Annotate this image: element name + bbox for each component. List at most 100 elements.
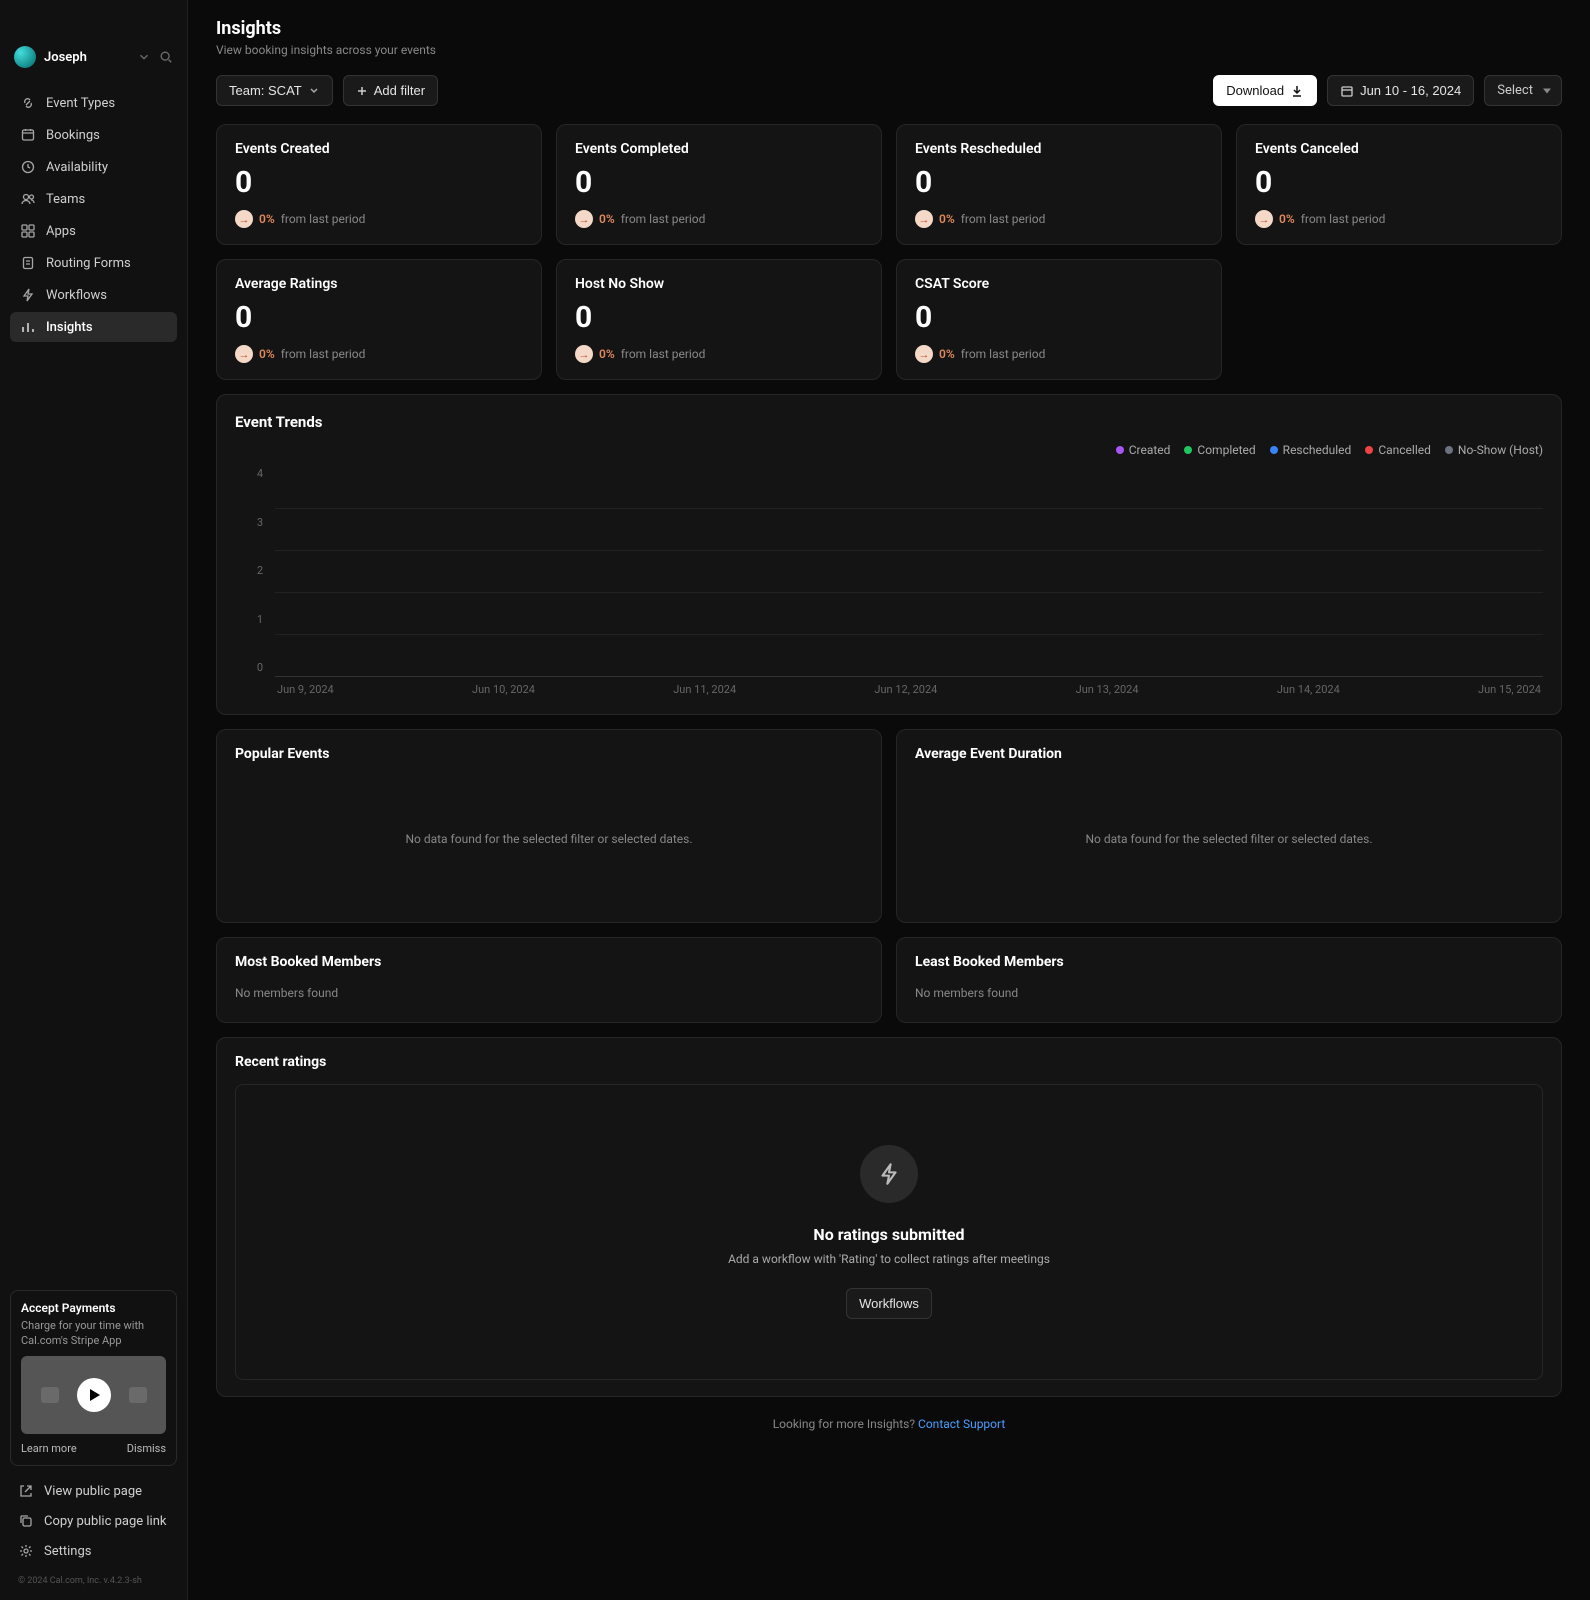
kpi-period: from last period (621, 212, 706, 226)
period-select-label: Select (1497, 83, 1533, 98)
link-icon (20, 95, 36, 111)
panel-title: Least Booked Members (915, 954, 1543, 970)
nav-view-public[interactable]: View public page (10, 1476, 177, 1506)
kpi-pct: 0% (599, 347, 615, 361)
promo-card: Accept Payments Charge for your time wit… (10, 1290, 177, 1466)
nav-label: Insights (46, 320, 93, 335)
nav-insights[interactable]: Insights (10, 312, 177, 342)
panel-title: Recent ratings (235, 1054, 1543, 1070)
copy-icon (18, 1513, 34, 1529)
download-icon (1290, 84, 1304, 98)
nav-label: Apps (46, 224, 76, 239)
kpi-pct: 0% (259, 212, 275, 226)
nav-label: Teams (46, 192, 85, 207)
least-booked-panel: Least Booked Members No members found (896, 937, 1562, 1023)
bar-chart-icon (20, 319, 36, 335)
kpi-period: from last period (961, 212, 1046, 226)
external-icon (18, 1483, 34, 1499)
period-select[interactable]: Select (1484, 75, 1562, 106)
search-icon[interactable] (159, 50, 173, 64)
nav-label: Routing Forms (46, 256, 131, 271)
nav-workflows[interactable]: Workflows (10, 280, 177, 310)
contact-support-link[interactable]: Contact Support (918, 1417, 1005, 1431)
average-duration-panel: Average Event Duration No data found for… (896, 729, 1562, 923)
kpi-label: Host No Show (575, 276, 863, 292)
promo-dismiss[interactable]: Dismiss (127, 1442, 166, 1455)
kpi-events-canceled: Events Canceled 0 →0%from last period (1236, 124, 1562, 245)
zap-icon (860, 1145, 918, 1203)
nav-label: Bookings (46, 128, 100, 143)
nav-copy-link[interactable]: Copy public page link (10, 1506, 177, 1536)
chart-title: Event Trends (235, 413, 1543, 431)
promo-decor-right (129, 1387, 147, 1403)
kpi-pct: 0% (939, 347, 955, 361)
page-title: Insights (216, 18, 1562, 39)
primary-nav: Event Types Bookings Availability Teams … (10, 86, 177, 344)
empty-message: No data found for the selected filter or… (235, 772, 863, 906)
zap-icon (20, 287, 36, 303)
chart-y-axis: 4 3 2 1 0 (235, 467, 269, 674)
arrow-right-icon: → (575, 210, 593, 228)
kpi-label: CSAT Score (915, 276, 1203, 292)
kpi-row-2: Average Ratings 0 →0%from last period Ho… (216, 259, 1562, 380)
kpi-value: 0 (235, 300, 523, 335)
kpi-pct: 0% (259, 347, 275, 361)
kpi-period: from last period (621, 347, 706, 361)
promo-thumbnail[interactable] (21, 1356, 166, 1434)
arrow-right-icon: → (235, 210, 253, 228)
nav-settings[interactable]: Settings (10, 1536, 177, 1566)
kpi-csat-score: CSAT Score 0 →0%from last period (896, 259, 1222, 380)
grid-icon (20, 223, 36, 239)
main-content: Insights View booking insights across yo… (188, 0, 1590, 1600)
arrow-right-icon: → (1255, 210, 1273, 228)
kpi-label: Events Canceled (1255, 141, 1543, 157)
download-label: Download (1226, 83, 1284, 98)
nav-teams[interactable]: Teams (10, 184, 177, 214)
panel-title: Popular Events (235, 746, 863, 762)
calendar-icon (20, 127, 36, 143)
event-trends-chart: Event Trends Created Completed Reschedul… (216, 394, 1562, 715)
gear-icon (18, 1543, 34, 1559)
download-button[interactable]: Download (1213, 75, 1317, 106)
nav-bookings[interactable]: Bookings (10, 120, 177, 150)
date-range-picker[interactable]: Jun 10 - 16, 2024 (1327, 75, 1474, 106)
kpi-events-rescheduled: Events Rescheduled 0 →0%from last period (896, 124, 1222, 245)
team-filter[interactable]: Team: SCAT (216, 75, 333, 106)
legend-dot (1116, 446, 1124, 454)
nav-event-types[interactable]: Event Types (10, 88, 177, 118)
promo-learn-more[interactable]: Learn more (21, 1442, 77, 1455)
empty-message: No members found (235, 980, 863, 1006)
empty-message: No data found for the selected filter or… (915, 772, 1543, 906)
legend-dot (1365, 446, 1373, 454)
nav-label: Workflows (46, 288, 107, 303)
nav-routing-forms[interactable]: Routing Forms (10, 248, 177, 278)
popular-events-panel: Popular Events No data found for the sel… (216, 729, 882, 923)
copyright: © 2024 Cal.com, Inc. v.4.2.3-sh (10, 1572, 177, 1590)
add-filter-button[interactable]: Add filter (343, 75, 438, 106)
promo-title: Accept Payments (21, 1301, 166, 1315)
nav-label: View public page (44, 1484, 142, 1499)
kpi-label: Events Completed (575, 141, 863, 157)
workflows-button[interactable]: Workflows (846, 1288, 932, 1319)
user-switcher[interactable]: Joseph (10, 40, 177, 74)
sidebar: Joseph Event Types Bookings Availability… (0, 0, 188, 1600)
kpi-value: 0 (575, 300, 863, 335)
nav-availability[interactable]: Availability (10, 152, 177, 182)
nav-apps[interactable]: Apps (10, 216, 177, 246)
clipboard-icon (20, 255, 36, 271)
panel-title: Average Event Duration (915, 746, 1543, 762)
legend-dot (1270, 446, 1278, 454)
kpi-period: from last period (1301, 212, 1386, 226)
team-filter-label: Team: SCAT (229, 83, 302, 98)
chart-plot-area (275, 467, 1543, 677)
kpi-value: 0 (1255, 165, 1543, 200)
legend-dot (1184, 446, 1192, 454)
kpi-pct: 0% (939, 212, 955, 226)
kpi-label: Events Rescheduled (915, 141, 1203, 157)
kpi-host-no-show: Host No Show 0 →0%from last period (556, 259, 882, 380)
chart-x-axis: Jun 9, 2024 Jun 10, 2024 Jun 11, 2024 Ju… (275, 683, 1543, 696)
users-icon (20, 191, 36, 207)
kpi-events-completed: Events Completed 0 →0%from last period (556, 124, 882, 245)
kpi-pct: 0% (599, 212, 615, 226)
kpi-period: from last period (281, 212, 366, 226)
